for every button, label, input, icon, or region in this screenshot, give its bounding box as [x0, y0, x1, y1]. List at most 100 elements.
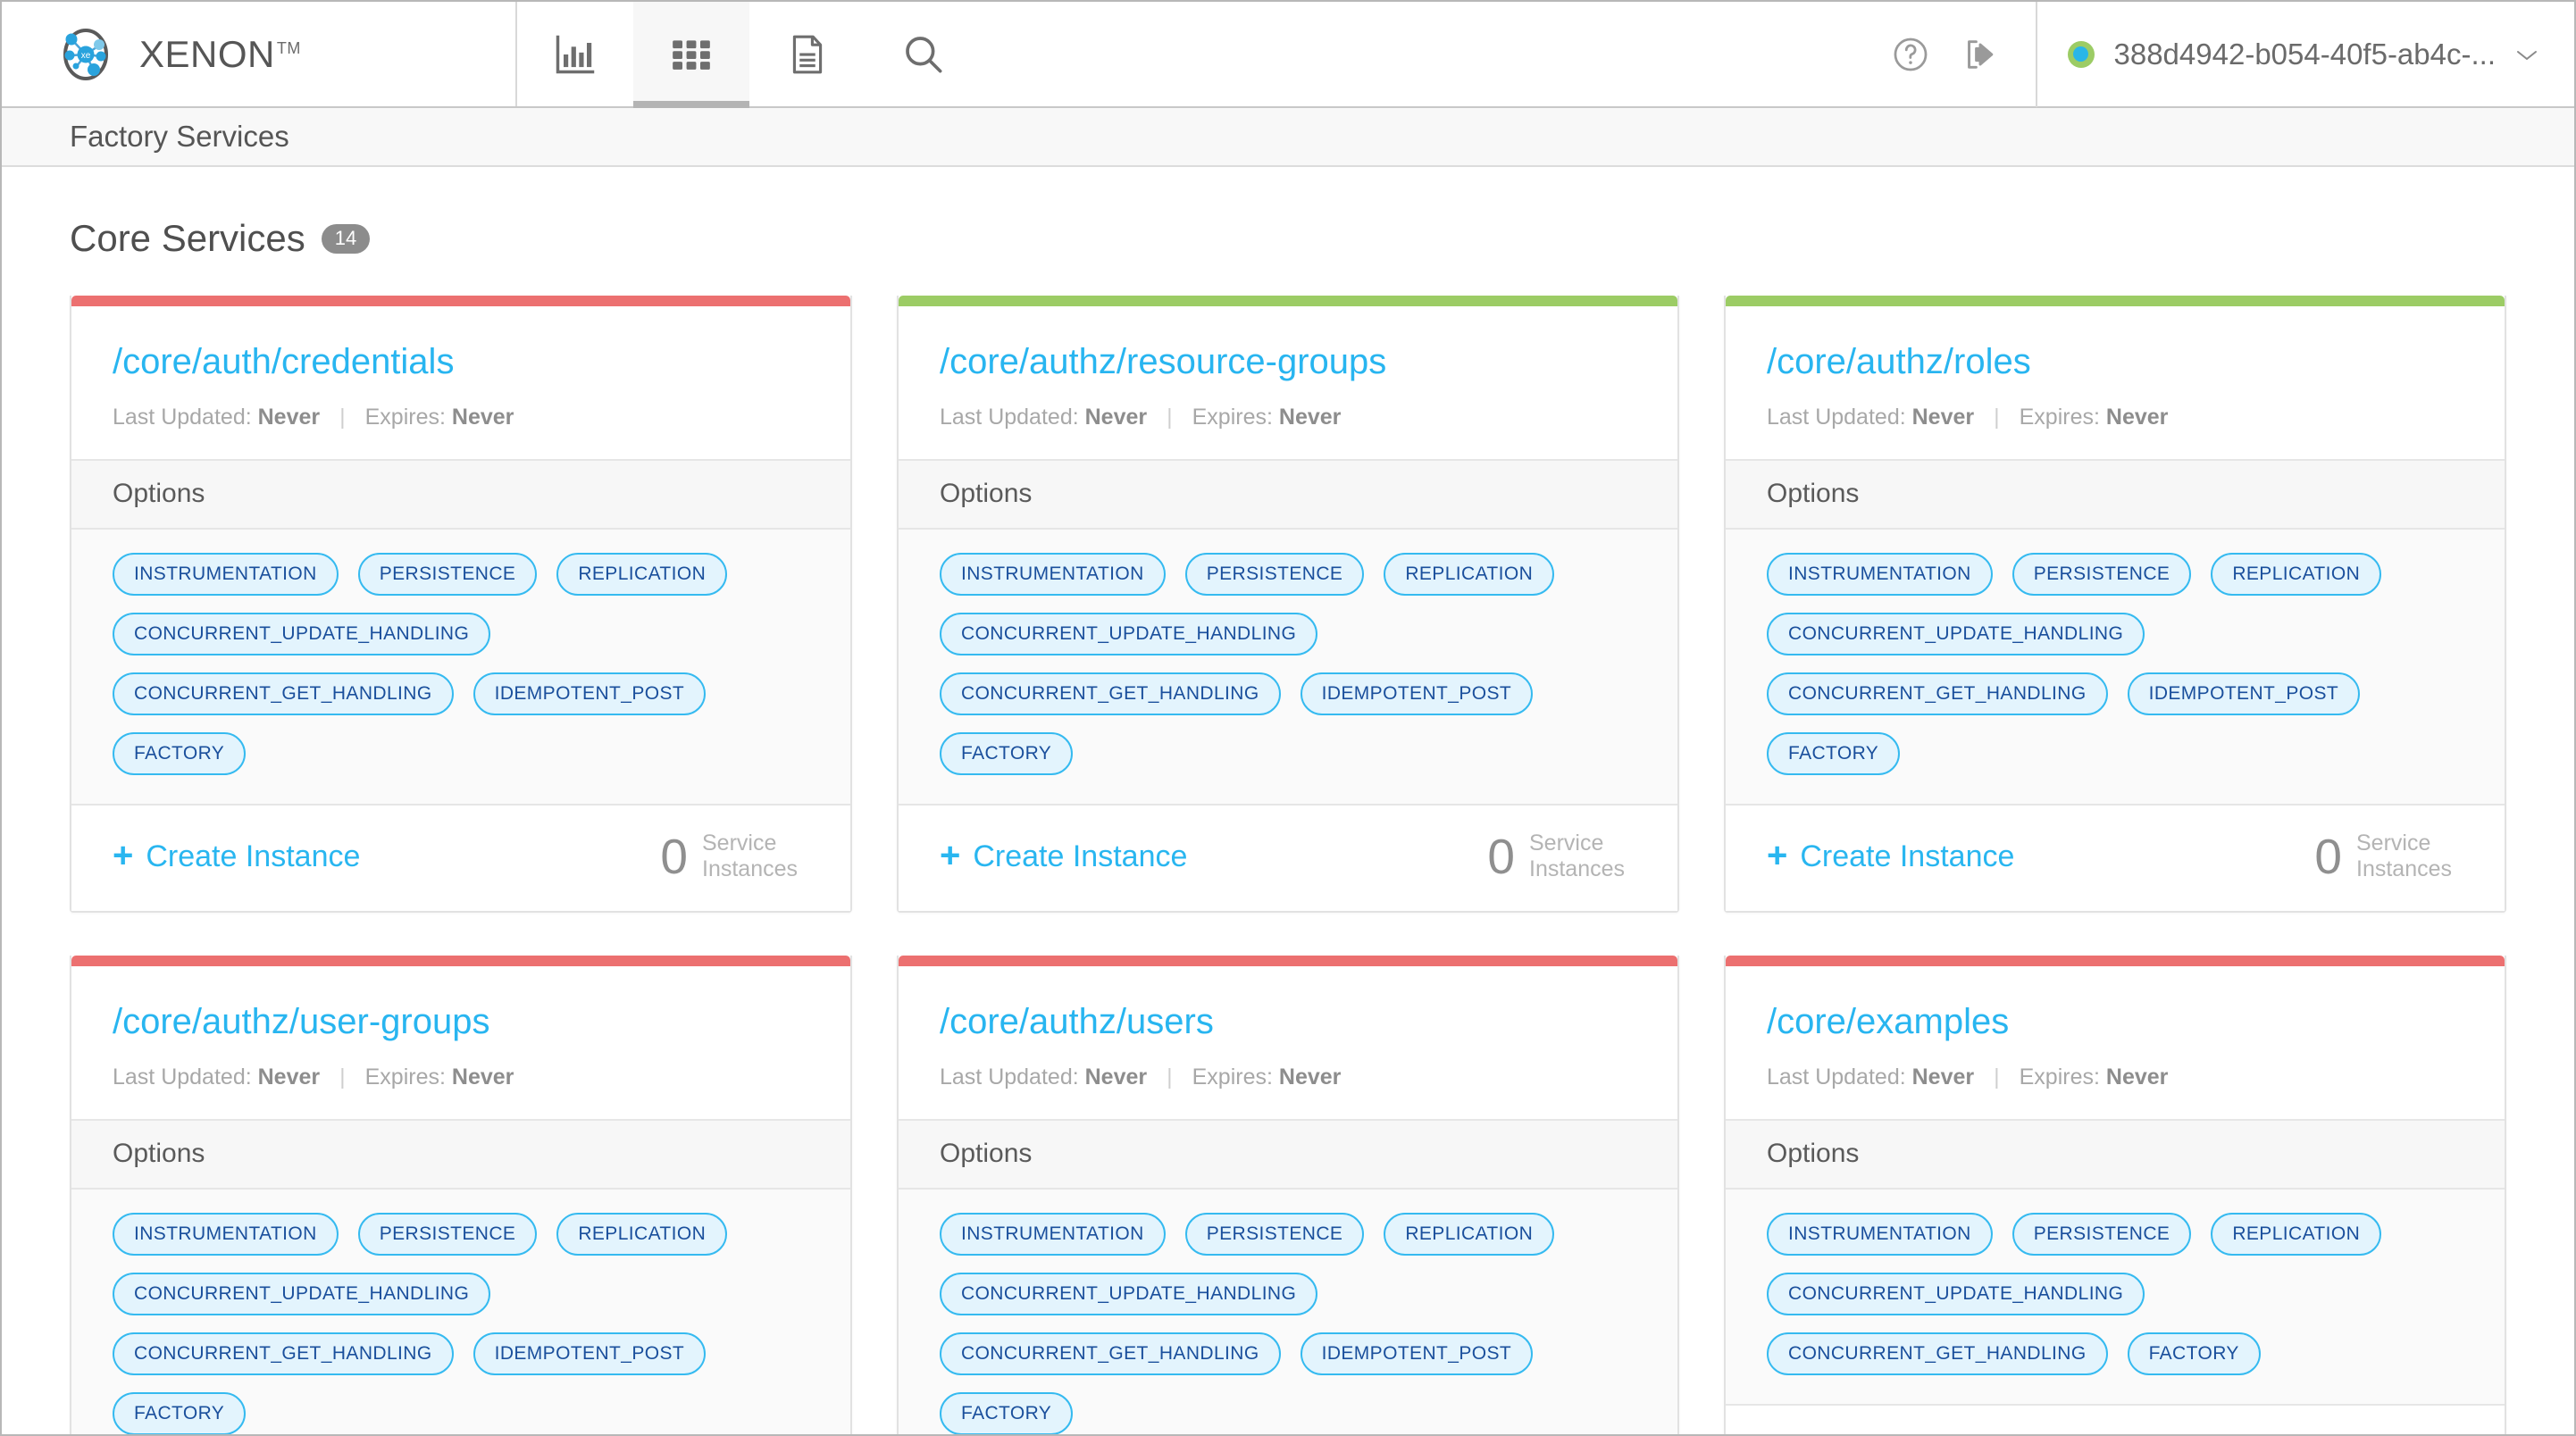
chevron-down-icon [2515, 43, 2538, 66]
instance-count-value: 0 [660, 828, 688, 884]
option-chip[interactable]: IDEMPOTENT_POST [473, 1332, 707, 1375]
last-updated-value: Never [257, 1064, 321, 1090]
option-chip[interactable]: FACTORY [1767, 732, 1901, 775]
service-link[interactable]: /core/authz/users [940, 1002, 1636, 1041]
expires-value: Never [2105, 1064, 2169, 1090]
node-selector[interactable]: 388d4942-b054-40f5-ab4c-... [2035, 2, 2575, 107]
instance-count-label: Service Instances [1529, 831, 1626, 881]
service-link[interactable]: /core/authz/resource-groups [940, 342, 1636, 381]
plus-icon: + [113, 835, 134, 875]
service-link[interactable]: /core/authz/roles [1767, 342, 2463, 381]
last-updated-value: Never [1911, 1064, 1975, 1090]
instance-count-label: Service Instances [2356, 1431, 2463, 1434]
option-chip[interactable]: CONCURRENT_UPDATE_HANDLING [940, 613, 1318, 655]
option-chip[interactable]: PERSISTENCE [357, 1213, 538, 1256]
document-icon [785, 32, 830, 77]
service-link[interactable]: /core/authz/user-groups [113, 1002, 809, 1041]
option-chip[interactable]: CONCURRENT_GET_HANDLING [940, 1332, 1281, 1375]
last-updated-value: Never [1084, 1064, 1148, 1090]
option-chip[interactable]: IDEMPOTENT_POST [473, 672, 707, 715]
option-chip[interactable]: PERSISTENCE [357, 553, 538, 596]
option-chip[interactable]: PERSISTENCE [1184, 1213, 1365, 1256]
service-link[interactable]: /core/auth/credentials [113, 342, 809, 381]
create-instance-button[interactable]: + Create Instance [1767, 838, 2015, 874]
option-chip[interactable]: REPLICATION [1384, 553, 1555, 596]
card-footer: +Create Instance0Service Instances [71, 804, 850, 911]
meta-separator: | [1167, 405, 1173, 430]
option-chip[interactable]: REPLICATION [556, 1213, 728, 1256]
logout-icon[interactable] [1961, 35, 2000, 74]
plus-icon: + [940, 835, 961, 875]
option-chip[interactable]: INSTRUMENTATION [940, 1213, 1166, 1256]
option-chip[interactable]: FACTORY [2127, 1332, 2261, 1375]
card-accent-bar [899, 956, 1677, 966]
option-chip[interactable]: PERSISTENCE [2011, 1213, 2192, 1256]
option-chip[interactable]: PERSISTENCE [1184, 553, 1365, 596]
option-chip[interactable]: IDEMPOTENT_POST [1300, 1332, 1534, 1375]
create-instance-label: Create Instance [1800, 839, 2015, 873]
options-chip-list: INSTRUMENTATION PERSISTENCE REPLICATION CON… [899, 1190, 1677, 1434]
nav-tab-dashboard[interactable] [517, 2, 633, 106]
node-status-dot-icon [2067, 40, 2095, 68]
brand-area[interactable]: xe XENON TM [2, 2, 517, 106]
option-chip[interactable]: CONCURRENT_UPDATE_HANDLING [113, 613, 491, 655]
option-chip[interactable]: FACTORY [940, 1392, 1074, 1434]
nav-tab-search[interactable] [866, 2, 982, 106]
main-content: Core Services 14 /core/auth/credentials L… [2, 167, 2574, 1434]
option-chip[interactable]: INSTRUMENTATION [940, 553, 1166, 596]
card-header: /core/authz/user-groups Last Updated: Nev… [71, 966, 850, 1119]
option-chip[interactable]: FACTORY [113, 1392, 247, 1434]
xenon-atom-logo-icon: xe [57, 26, 114, 83]
option-chip[interactable]: REPLICATION [1384, 1213, 1555, 1256]
option-chip[interactable]: CONCURRENT_GET_HANDLING [113, 672, 454, 715]
option-chip[interactable]: IDEMPOTENT_POST [2127, 672, 2361, 715]
option-chip[interactable]: INSTRUMENTATION [113, 553, 339, 596]
option-chip[interactable]: CONCURRENT_UPDATE_HANDLING [113, 1273, 491, 1315]
section-header: Core Services 14 [70, 167, 2506, 296]
option-chip[interactable]: CONCURRENT_GET_HANDLING [940, 672, 1281, 715]
create-instance-button[interactable]: + Create Instance [940, 835, 1187, 875]
options-chip-list: INSTRUMENTATION PERSISTENCE REPLICATION CON… [71, 1190, 850, 1434]
option-chip[interactable]: CONCURRENT_GET_HANDLING [1767, 1332, 2108, 1375]
expires-label: Expires: [2019, 405, 2100, 430]
option-chip[interactable]: REPLICATION [2211, 1213, 2382, 1256]
card-accent-bar [71, 956, 850, 966]
options-chip-list: INSTRUMENTATION PERSISTENCE REPLICATION CON… [1726, 530, 2505, 804]
card-accent-bar [1726, 296, 2505, 306]
subheader-title: Factory Services [70, 120, 289, 153]
option-chip[interactable]: CONCURRENT_GET_HANDLING [113, 1332, 454, 1375]
nav-tab-logs[interactable] [749, 2, 866, 106]
top-header: xe XENON TM 388d4942-b054-40f5-ab4c-... [2, 2, 2574, 108]
option-chip[interactable]: CONCURRENT_UPDATE_HANDLING [1767, 613, 2145, 655]
option-chip[interactable]: CONCURRENT_GET_HANDLING [1767, 672, 2108, 715]
card-footer: +Create Instance0Service Instances [1726, 804, 2505, 911]
option-chip[interactable]: CONCURRENT_UPDATE_HANDLING [940, 1273, 1318, 1315]
option-chip[interactable]: REPLICATION [2211, 553, 2382, 596]
brand-trademark: TM [276, 38, 301, 57]
option-chip[interactable]: INSTRUMENTATION [113, 1213, 339, 1256]
option-chip[interactable]: PERSISTENCE [2011, 553, 2192, 596]
service-card: /core/authz/resource-groups Last Updated:… [897, 296, 1679, 913]
option-chip[interactable]: INSTRUMENTATION [1767, 553, 1993, 596]
service-link[interactable]: /core/examples [1767, 1002, 2463, 1041]
instance-count-value: 0 [2314, 828, 2342, 884]
option-chip[interactable]: CONCURRENT_UPDATE_HANDLING [1767, 1273, 2145, 1315]
expires-value: Never [1278, 1064, 1342, 1090]
nav-tab-services[interactable] [633, 2, 749, 108]
option-chip[interactable]: FACTORY [113, 732, 247, 775]
help-circle-icon[interactable] [1891, 35, 1930, 74]
create-instance-button[interactable]: + Create Instance [113, 835, 360, 875]
option-chip[interactable]: INSTRUMENTATION [1767, 1213, 1993, 1256]
meta-separator: | [1167, 1064, 1173, 1090]
option-chip[interactable]: REPLICATION [556, 553, 728, 596]
node-id-label: 388d4942-b054-40f5-ab4c-... [2113, 37, 2497, 71]
option-chip[interactable]: FACTORY [940, 732, 1074, 775]
header-spacer [982, 2, 1891, 106]
options-section-header: Options [71, 459, 850, 530]
expires-value: Never [2105, 405, 2169, 430]
option-chip[interactable]: IDEMPOTENT_POST [1300, 672, 1534, 715]
last-updated-value: Never [1911, 405, 1975, 430]
expires-label: Expires: [364, 405, 446, 430]
card-footer: +Create Instance0Service Instances [1726, 1404, 2505, 1434]
expires-value: Never [1278, 405, 1342, 430]
